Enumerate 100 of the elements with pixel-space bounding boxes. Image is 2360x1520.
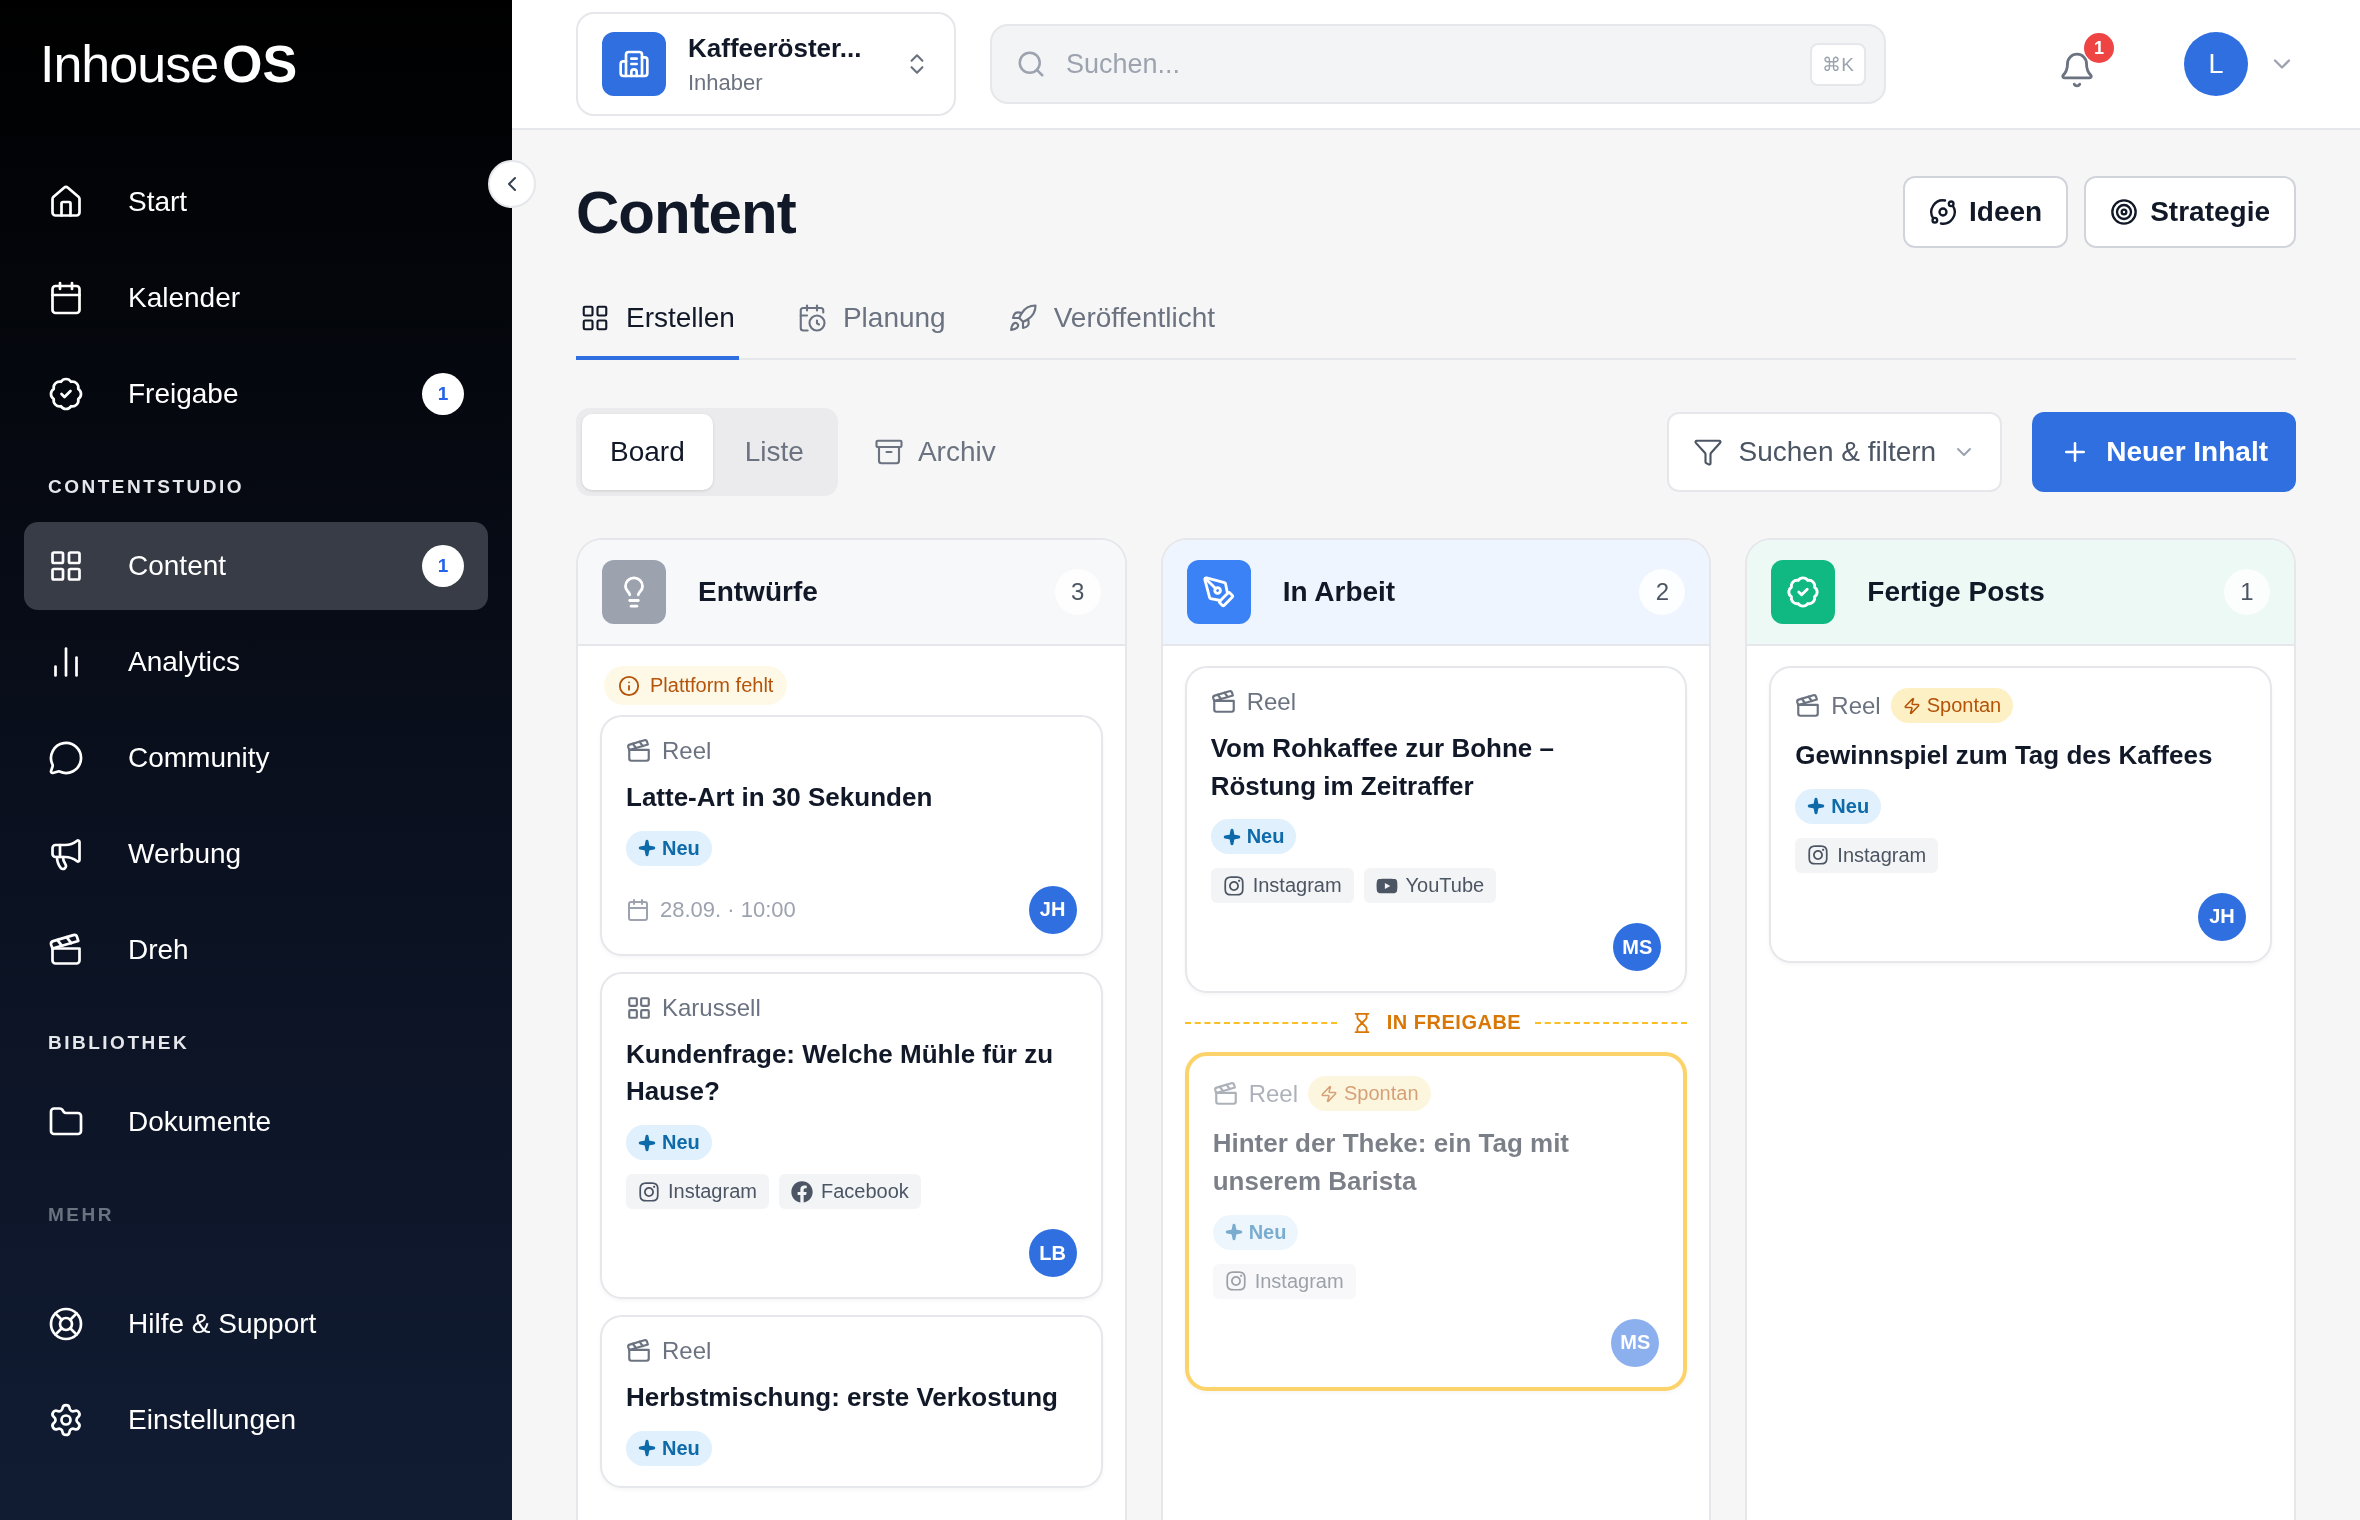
sparkle-icon xyxy=(1807,797,1826,816)
page-title: Content xyxy=(576,177,796,247)
filter-button[interactable]: Suchen & filtern xyxy=(1666,412,2003,492)
nav-item[interactable]: Dreh xyxy=(24,906,488,994)
nav-item[interactable]: Analytics xyxy=(24,618,488,706)
section-divider-label: IN FREIGABE xyxy=(1386,1011,1522,1035)
search-input[interactable]: Suchen... xyxy=(1064,47,1793,81)
assignee-avatar: MS xyxy=(1611,1318,1660,1367)
assignee-avatar: JH xyxy=(1028,885,1077,934)
content-card[interactable]: Reel Spontan Gewinnspiel zum Tag des Kaffees Neu Instagram JH xyxy=(1769,666,2272,963)
rocket-icon xyxy=(1007,303,1038,333)
orbit-icon xyxy=(1929,198,1958,226)
new-badge: Neu xyxy=(626,1125,712,1161)
nav-icon xyxy=(48,1402,84,1438)
format-label: Karussell xyxy=(662,993,761,1022)
format-label: Reel xyxy=(662,1337,712,1366)
archive-button[interactable]: Archiv xyxy=(867,435,1002,469)
section-label: BIBLIOTHEK xyxy=(47,1031,191,1055)
sparkle-icon xyxy=(638,1439,656,1458)
tab[interactable]: Planung xyxy=(792,288,950,360)
platform-chip: Instagram xyxy=(1212,1263,1356,1299)
column-count: 2 xyxy=(1639,569,1686,615)
content-card[interactable]: Karussell Kundenfrage: Welche Mühle für zu Hause? Neu Instagram Facebook LB xyxy=(600,971,1103,1300)
warning-badge: Plattform fehlt xyxy=(604,666,788,705)
view-option[interactable]: Liste xyxy=(716,414,832,490)
new-badge: Neu xyxy=(626,1430,712,1466)
content-card[interactable]: Reel Vom Rohkaffee zur Bohne – Röstung im Zeitraffer Neu Instagram YouTube MS xyxy=(1184,666,1688,994)
nav-icon xyxy=(48,932,84,968)
count-badge: 1 xyxy=(422,545,464,587)
action-button[interactable]: Ideen xyxy=(1903,176,2069,248)
user-avatar: L xyxy=(2184,32,2248,96)
content-card[interactable]: Reel Herbstmischung: erste Verkostung Neu xyxy=(600,1315,1103,1488)
target-icon xyxy=(2110,198,2139,226)
card-title: Vom Rohkaffee zur Bohne – Röstung im Zeitraffer xyxy=(1210,732,1555,803)
nav-item[interactable]: Community xyxy=(24,714,488,802)
badge-check-icon xyxy=(1786,575,1821,609)
schedule-date: 28.09. · 10:00 xyxy=(626,896,796,923)
platform-chip: Instagram xyxy=(1795,837,1939,873)
content-card[interactable]: Reel Spontan Hinter der Theke: ein Tag mit unserem Barista Neu Instagram MS xyxy=(1184,1052,1688,1391)
nav-item[interactable]: Content 1 xyxy=(24,522,488,610)
format-label: Reel xyxy=(1246,688,1296,716)
clapperboard-icon xyxy=(626,738,652,764)
section-label: CONTENTSTUDIO xyxy=(47,475,246,499)
assignee-avatar: MS xyxy=(1613,923,1662,972)
clapperboard-icon xyxy=(1212,1080,1239,1107)
view-option[interactable]: Board xyxy=(582,414,713,490)
new-badge: Neu xyxy=(1210,819,1297,855)
workspace-name: Kaffeeröster... xyxy=(688,32,863,64)
assignee-avatar: LB xyxy=(1028,1229,1077,1278)
workspace-role: Inhaber xyxy=(688,69,764,96)
new-badge: Neu xyxy=(626,830,712,866)
column-title: Fertige Posts xyxy=(1867,576,2046,608)
calendar-icon xyxy=(626,897,650,922)
nav-icon xyxy=(48,280,84,316)
sparkle-icon xyxy=(1222,827,1241,846)
nav-icon xyxy=(48,184,84,220)
lightning-icon xyxy=(1902,696,1921,715)
nav-item[interactable]: Hilfe & Support xyxy=(24,1280,488,1368)
instagram-icon xyxy=(1222,874,1245,897)
filter-icon xyxy=(1692,437,1723,467)
clapperboard-icon xyxy=(1795,692,1822,719)
bell-icon xyxy=(2058,51,2096,89)
nav-item[interactable]: Freigabe 1 xyxy=(24,350,488,438)
new-badge: Neu xyxy=(1212,1214,1299,1250)
clapperboard-icon xyxy=(626,1338,652,1365)
action-button[interactable]: Strategie xyxy=(2084,176,2296,248)
grid-icon xyxy=(580,303,610,333)
nav-item[interactable]: Start xyxy=(24,158,488,246)
nav-item[interactable]: Werbung xyxy=(24,810,488,898)
workspace-switcher[interactable]: Kaffeeröster... Inhaber xyxy=(576,12,956,116)
section-label: MEHR xyxy=(47,1203,115,1227)
collapse-button[interactable] xyxy=(488,160,536,208)
tab[interactable]: Veröffentlicht xyxy=(1003,288,1220,360)
platform-chip: Instagram xyxy=(1210,868,1354,904)
nav-item[interactable]: Einstellungen xyxy=(24,1376,488,1464)
search-icon xyxy=(1016,49,1046,79)
nav-icon xyxy=(48,1306,84,1342)
user-menu[interactable]: L xyxy=(2184,32,2296,96)
logo: InhouseOS xyxy=(39,34,299,94)
card-title: Kundenfrage: Welche Mühle für zu Hause? xyxy=(626,1037,1055,1109)
nav-item[interactable]: Kalender xyxy=(24,254,488,342)
new-content-button[interactable]: Neuer Inhalt xyxy=(2032,412,2296,492)
content-card[interactable]: Reel Latte-Art in 30 Sekunden Neu 28.09. · 10:00 JH xyxy=(600,715,1103,956)
nav-item[interactable]: Dokumente xyxy=(24,1078,488,1166)
card-title: Gewinnspiel zum Tag des Kaffees xyxy=(1795,739,2214,772)
notifications-button[interactable]: 1 xyxy=(2052,33,2114,95)
sparkle-icon xyxy=(638,839,656,858)
tab[interactable]: Erstellen xyxy=(576,288,739,360)
instagram-icon xyxy=(638,1180,660,1203)
column-count: 3 xyxy=(1054,569,1101,615)
format-label: Reel xyxy=(1831,691,1881,720)
archive-icon xyxy=(873,437,904,467)
spontaneous-tag: Spontan xyxy=(1890,688,2014,723)
nav-icon xyxy=(48,836,84,872)
count-badge: 1 xyxy=(422,373,464,415)
sparkle-icon xyxy=(638,1133,656,1152)
pen-icon xyxy=(1201,575,1236,609)
instagram-icon xyxy=(1224,1270,1247,1293)
info-icon xyxy=(618,674,640,697)
spontaneous-tag: Spontan xyxy=(1308,1076,1431,1112)
